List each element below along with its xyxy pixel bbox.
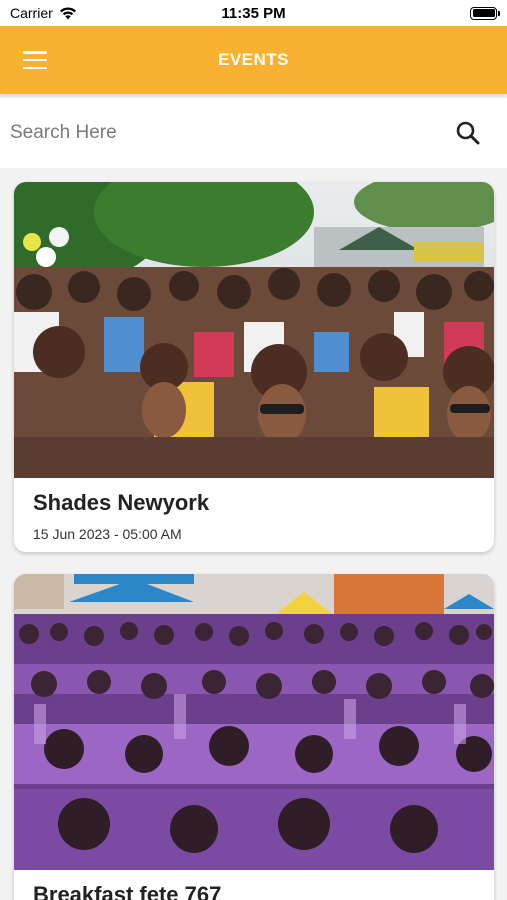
search-input[interactable]: [10, 122, 455, 144]
page-title: EVENTS: [217, 50, 290, 69]
search-icon[interactable]: [455, 120, 481, 146]
event-image: [14, 574, 494, 870]
event-title: Breakfast fete 767: [33, 882, 222, 900]
event-info: Breakfast fete 767: [14, 870, 494, 900]
event-date: 15 Jun 2023 - 05:00 AM: [33, 526, 182, 542]
event-image: [14, 182, 494, 478]
status-left: Carrier: [10, 5, 77, 21]
status-bar: Carrier 11:35 PM: [0, 0, 507, 26]
carrier-label: Carrier: [10, 5, 53, 21]
event-card[interactable]: Breakfast fete 767: [14, 574, 494, 900]
app-header: EVENTS: [0, 26, 507, 94]
hamburger-menu-icon[interactable]: [20, 48, 50, 72]
wifi-icon: [59, 6, 76, 19]
battery-icon: [470, 6, 500, 20]
event-title: Shades Newyork: [33, 490, 210, 515]
search-bar: [0, 98, 507, 168]
event-info: Shades Newyork 15 Jun 2023 - 05:00 AM: [14, 478, 494, 552]
event-card[interactable]: Shades Newyork 15 Jun 2023 - 05:00 AM: [14, 182, 494, 552]
